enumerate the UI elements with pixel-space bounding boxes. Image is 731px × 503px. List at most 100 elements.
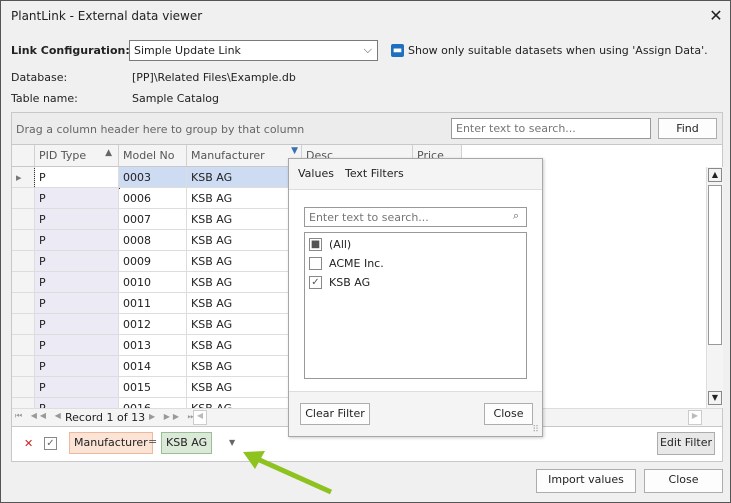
row-indicator[interactable] — [12, 272, 35, 293]
scroll-down-icon[interactable]: ▼ — [708, 391, 722, 405]
row-indicator[interactable] — [12, 398, 35, 408]
row-indicator[interactable] — [12, 314, 35, 335]
link-config-value: Simple Update Link — [134, 44, 241, 57]
cell-manufacturer[interactable]: KSB AG — [187, 335, 302, 356]
clear-filter-button[interactable]: Clear Filter — [300, 403, 370, 425]
row-indicator[interactable] — [12, 188, 35, 209]
value-label: (All) — [329, 238, 352, 251]
cell-pid-type[interactable]: P — [35, 251, 119, 272]
row-indicator[interactable] — [12, 293, 35, 314]
row-indicator[interactable] — [12, 356, 35, 377]
filter-value-token[interactable]: KSB AG — [161, 432, 213, 454]
link-config-label: Link Configuration: — [11, 44, 130, 57]
cell-pid-type[interactable]: P — [35, 209, 119, 230]
value-label: KSB AG — [329, 276, 371, 289]
link-config-select[interactable]: Simple Update Link ⌵ — [129, 40, 378, 61]
value-checkbox[interactable] — [309, 257, 322, 270]
tab-text-filters[interactable]: Text Filters — [345, 167, 404, 180]
cell-manufacturer[interactable]: KSB AG — [187, 314, 302, 335]
cell-model-no[interactable]: 0015 — [119, 377, 187, 398]
find-button[interactable]: Find — [658, 118, 717, 139]
cell-pid-type[interactable]: P — [35, 335, 119, 356]
window-title: PlantLink - External data viewer — [11, 9, 203, 23]
cell-model-no[interactable]: 0008 — [119, 230, 187, 251]
cell-manufacturer[interactable]: KSB AG — [187, 398, 302, 408]
cell-model-no[interactable]: 0009 — [119, 251, 187, 272]
nav-next-last-icons[interactable]: ▶ ▶▶ ⏭ — [149, 412, 198, 422]
green-arrow-annotation — [243, 451, 333, 495]
row-indicator[interactable] — [12, 335, 35, 356]
group-hint: Drag a column header here to group by th… — [16, 123, 305, 136]
cell-pid-type[interactable]: P — [35, 293, 119, 314]
database-value: [PP]\Related Files\Example.db — [132, 71, 296, 84]
scroll-right-icon[interactable]: ▶ — [688, 410, 702, 425]
record-counter: Record 1 of 13 — [65, 411, 146, 424]
filter-field-token[interactable]: Manufacturer — [69, 432, 153, 454]
grid-search-input[interactable] — [451, 118, 651, 139]
values-search-input[interactable] — [304, 207, 527, 227]
column-header-manufacturer[interactable]: Manufacturer ▼ — [187, 145, 302, 167]
import-values-button[interactable]: Import values — [536, 469, 636, 493]
values-list: ■ (All) ACME Inc. ✓ KSB AG — [304, 232, 527, 379]
table-name-value: Sample Catalog — [132, 92, 219, 105]
scroll-up-icon[interactable]: ▲ — [708, 168, 722, 182]
clear-filter-x-icon[interactable]: ✕ — [24, 437, 33, 450]
row-indicator[interactable] — [12, 209, 35, 230]
cell-manufacturer[interactable]: KSB AG — [187, 356, 302, 377]
resize-grip-icon[interactable]: ⠿ — [532, 425, 539, 435]
column-header-pid-type[interactable]: PID Type ▲ — [35, 145, 119, 167]
cell-pid-type[interactable]: P — [35, 398, 119, 408]
filter-dropdown-icon[interactable]: ▼ — [229, 438, 235, 447]
value-checkbox[interactable]: ✓ — [309, 276, 322, 289]
popup-close-button[interactable]: Close — [484, 403, 533, 425]
cell-model-no[interactable]: 0012 — [119, 314, 187, 335]
cell-manufacturer[interactable]: KSB AG — [187, 251, 302, 272]
filter-icon[interactable]: ▼ — [291, 146, 298, 156]
cell-model-no[interactable]: 0014 — [119, 356, 187, 377]
nav-first-prev-icons[interactable]: ⏮ ◀◀ ◀ — [15, 411, 64, 421]
cell-model-no[interactable]: 0007 — [119, 209, 187, 230]
cell-model-no[interactable]: 0011 — [119, 293, 187, 314]
filter-enabled-checkbox[interactable]: ✓ — [44, 437, 57, 450]
cell-pid-type[interactable]: P — [35, 188, 119, 209]
cell-pid-type[interactable]: P — [34, 167, 120, 189]
cell-manufacturer[interactable]: KSB AG — [187, 230, 302, 251]
cell-manufacturer[interactable]: KSB AG — [187, 167, 302, 188]
scroll-left-icon[interactable]: ◀ — [193, 410, 207, 425]
cell-manufacturer[interactable]: KSB AG — [187, 188, 302, 209]
row-indicator[interactable] — [12, 251, 35, 272]
vertical-scrollbar[interactable]: ▲ ▼ — [706, 167, 723, 408]
filter-operator[interactable]: = — [148, 435, 157, 448]
close-icon[interactable]: ✕ — [705, 5, 727, 27]
header-label: Manufacturer — [191, 149, 265, 162]
cell-model-no[interactable]: 0016 — [119, 398, 187, 408]
indicator-header — [12, 145, 35, 167]
close-button[interactable]: Close — [644, 469, 723, 493]
cell-pid-type[interactable]: P — [35, 356, 119, 377]
cell-pid-type[interactable]: P — [35, 230, 119, 251]
values-pane: ⌕ ■ (All) ACME Inc. ✓ KSB AG — [289, 189, 542, 392]
cell-model-no[interactable]: 0003 — [119, 167, 187, 188]
cell-model-no[interactable]: 0010 — [119, 272, 187, 293]
value-checkbox[interactable]: ■ — [309, 238, 322, 251]
column-header-model-no[interactable]: Model No — [119, 145, 187, 167]
table-name-label: Table name: — [11, 92, 78, 105]
cell-pid-type[interactable]: P — [35, 377, 119, 398]
cell-manufacturer[interactable]: KSB AG — [187, 293, 302, 314]
scroll-thumb[interactable] — [708, 185, 722, 345]
cell-manufacturer[interactable]: KSB AG — [187, 377, 302, 398]
search-icon: ⌕ — [513, 209, 520, 222]
suitable-checkbox[interactable]: ▬ — [391, 44, 404, 57]
cell-manufacturer[interactable]: KSB AG — [187, 209, 302, 230]
tab-values[interactable]: Values — [298, 167, 334, 180]
cell-model-no[interactable]: 0006 — [119, 188, 187, 209]
edit-filter-button[interactable]: Edit Filter — [657, 432, 715, 455]
row-indicator[interactable]: ▸ — [12, 167, 35, 188]
cell-manufacturer[interactable]: KSB AG — [187, 272, 302, 293]
cell-pid-type[interactable]: P — [35, 314, 119, 335]
cell-model-no[interactable]: 0013 — [119, 335, 187, 356]
row-indicator[interactable] — [12, 377, 35, 398]
row-indicator[interactable] — [12, 230, 35, 251]
cell-pid-type[interactable]: P — [35, 272, 119, 293]
sort-ascending-icon: ▲ — [105, 148, 112, 158]
